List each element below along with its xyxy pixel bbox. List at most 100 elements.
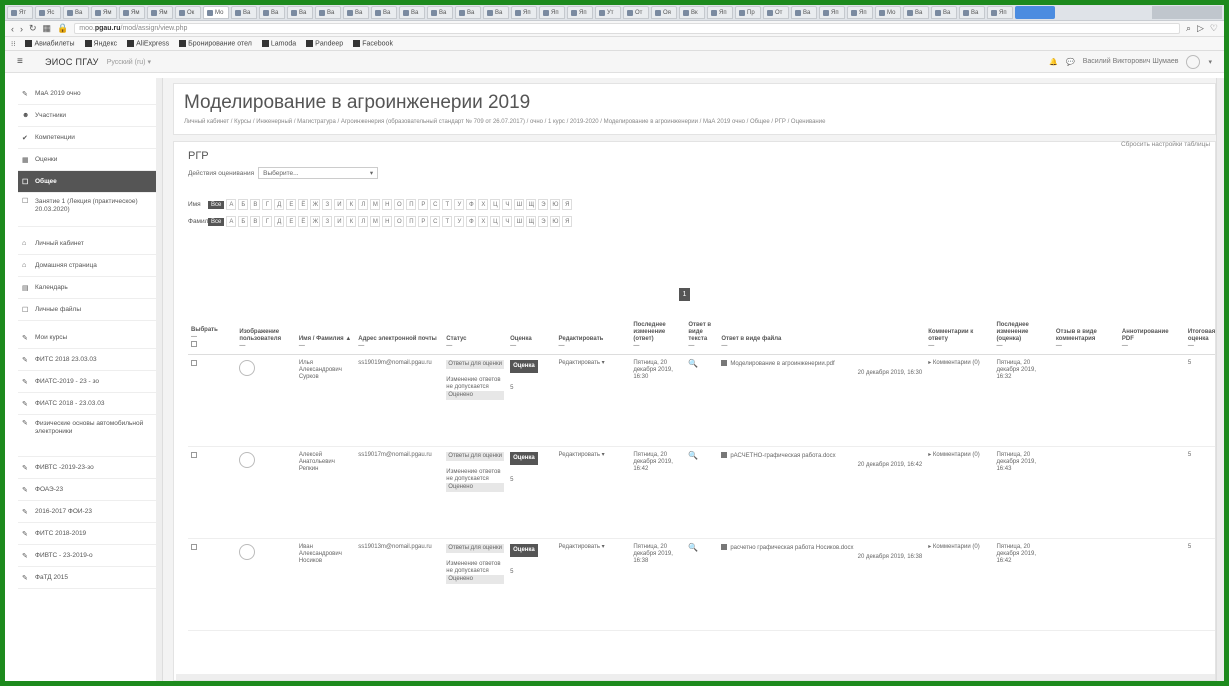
browser-tab[interactable]: Ва (231, 6, 257, 19)
surname-all-button[interactable]: Все (208, 217, 225, 226)
letter-filter-item[interactable]: Т (442, 216, 453, 227)
browser-tab[interactable]: Яп (847, 6, 873, 19)
column-header[interactable]: Аннотирование PDF — (1118, 322, 1185, 355)
reset-table-link[interactable]: Сбросить настройки таблицы (1121, 141, 1210, 148)
letter-filter-item[interactable]: Ц (490, 216, 501, 227)
sidebar-item[interactable]: ✔ Компетенции (18, 127, 156, 149)
edit-menu-button[interactable]: Редактировать ▾ (559, 544, 605, 550)
letter-filter-item[interactable]: К (346, 199, 357, 210)
letter-filter-item[interactable]: Я (562, 216, 573, 227)
letter-filter-item[interactable]: Д (274, 216, 285, 227)
letter-filter-item[interactable]: Л (358, 216, 369, 227)
browser-tab[interactable]: Ут (595, 6, 621, 19)
letter-filter-item[interactable]: В (250, 216, 261, 227)
pagination-page[interactable]: 1 (679, 288, 690, 301)
browser-tab[interactable]: Пр (735, 6, 761, 19)
column-collapse-icon[interactable]: — (996, 343, 1049, 350)
chat-icon[interactable]: 💬 (1066, 58, 1075, 66)
column-header[interactable]: Адрес электронной почты — (355, 322, 444, 355)
browser-tab[interactable]: Ва (259, 6, 285, 19)
search-icon[interactable]: 🔍 (688, 451, 698, 460)
column-collapse-icon[interactable]: — (510, 343, 552, 350)
student-name-link[interactable]: Илья Александрович Сурков (299, 360, 342, 380)
letter-filter-item[interactable]: Ё (298, 216, 309, 227)
window-controls[interactable] (1152, 6, 1222, 19)
letter-filter-item[interactable]: Б (238, 216, 249, 227)
student-name-link[interactable]: Алексей Анатольевич Репкин (299, 452, 335, 472)
column-header[interactable]: Статус — (443, 322, 508, 355)
browser-tab[interactable]: Ок (175, 6, 201, 19)
bookmark-item[interactable]: Авиабилеты (25, 39, 75, 47)
letter-filter-item[interactable]: В (250, 199, 261, 210)
browser-tab[interactable]: Яп (511, 6, 537, 19)
letter-filter-item[interactable]: Е (286, 216, 297, 227)
letter-filter-item[interactable]: Ч (502, 199, 513, 210)
browser-tab[interactable]: Ям (147, 6, 173, 19)
bookmark-item[interactable]: Facebook (353, 39, 393, 47)
letter-filter-item[interactable]: О (394, 199, 405, 210)
language-menu[interactable]: Русский (ru) ▾ (107, 58, 151, 66)
column-collapse-icon[interactable]: — (191, 334, 233, 341)
sidebar-item[interactable]: ✎ ФИАТС 2018 - 23.03.03 (18, 393, 156, 415)
sidebar-item[interactable]: ▤ Календарь (18, 277, 156, 299)
browser-tab[interactable]: Яс (35, 6, 61, 19)
letter-filter-item[interactable]: Ж (310, 199, 321, 210)
bookmark-item[interactable]: Бронирование отел (179, 39, 252, 47)
column-collapse-icon[interactable]: — (1056, 343, 1116, 350)
bookmark-item[interactable]: AliExpress (127, 39, 169, 47)
site-brand[interactable]: ЭИОС ПГАУ (45, 57, 99, 67)
sidebar-item[interactable]: ✎ ФИТС 2018-2019 (18, 523, 156, 545)
submission-file-link[interactable]: рАСЧЕТНО-графическая работа.docx (721, 452, 836, 459)
hamburger-icon[interactable]: ≡ (17, 56, 31, 67)
browser-tab[interactable]: Ва (959, 6, 985, 19)
grade-button[interactable]: Оценка (510, 452, 538, 465)
avatar[interactable] (239, 544, 256, 560)
column-header[interactable]: Комментарии к ответу — (925, 322, 994, 355)
forward-icon[interactable]: › (20, 24, 23, 34)
letter-filter-item[interactable]: С (430, 199, 441, 210)
column-collapse-icon[interactable]: — (633, 343, 682, 350)
column-header[interactable]: Отзыв в виде комментария — (1052, 322, 1119, 355)
letter-filter-item[interactable]: Ш (514, 216, 525, 227)
letter-filter-item[interactable]: Н (382, 216, 393, 227)
browser-tab[interactable]: Мо (203, 6, 229, 19)
letter-filter-item[interactable]: Т (442, 199, 453, 210)
letter-filter-item[interactable]: М (370, 216, 381, 227)
letter-filter-item[interactable]: Ф (466, 216, 477, 227)
letter-filter-item[interactable]: О (394, 216, 405, 227)
sidebar-item[interactable]: ✎ ФИАТС-2019 - 23 - зо (18, 371, 156, 393)
letter-filter-item[interactable]: Г (262, 216, 273, 227)
page-scrollbar[interactable] (1216, 78, 1224, 681)
column-header[interactable]: Оценка — (507, 322, 556, 355)
grading-action-select[interactable]: Выберите... ▾ (258, 167, 379, 179)
sidebar-item[interactable]: ✎ Физические основы автомобильной электро… (18, 415, 156, 457)
sidebar-item[interactable]: ☐ Личные файлы (18, 299, 156, 321)
sidebar-item[interactable]: ✎ МаА 2019 очно (18, 83, 156, 105)
letter-filter-item[interactable]: П (406, 216, 417, 227)
sidebar-item[interactable]: ☐ Общее (18, 171, 156, 193)
sidebar-item[interactable]: ✎ 2016-2017 ФОИ-23 (18, 501, 156, 523)
letter-filter-item[interactable]: И (334, 199, 345, 210)
browser-tab[interactable]: Ва (287, 6, 313, 19)
bookmark-item[interactable]: Lamoda (261, 39, 296, 47)
browser-tab[interactable]: Ям (91, 6, 117, 19)
avatar[interactable] (239, 452, 256, 468)
apps-icon[interactable]: ⁝⁝ (11, 40, 15, 48)
letter-filter-item[interactable]: А (226, 199, 237, 210)
reload-icon[interactable]: ↻ (29, 23, 37, 34)
browser-tab[interactable]: От (763, 6, 789, 19)
letter-filter-item[interactable]: Ш (514, 199, 525, 210)
letter-filter-item[interactable]: У (454, 199, 465, 210)
letter-filter-item[interactable]: Е (286, 199, 297, 210)
letter-filter-item[interactable]: З (322, 199, 333, 210)
submission-file-link[interactable]: расчетно графическая работа Носиков.docx (721, 544, 853, 551)
browser-tab[interactable]: Ям (119, 6, 145, 19)
letter-filter-item[interactable]: Э (538, 216, 549, 227)
letter-filter-item[interactable]: Х (478, 199, 489, 210)
letter-filter-item[interactable]: Б (238, 199, 249, 210)
row-select-checkbox[interactable] (191, 452, 197, 458)
search-icon[interactable]: 🔍 (688, 359, 698, 368)
sidebar-item[interactable]: ✎ ФИВТС - 23-2019-о (18, 545, 156, 567)
sidebar-item[interactable]: ⌂ Домашняя страница (18, 255, 156, 277)
browser-tab[interactable]: Ва (791, 6, 817, 19)
